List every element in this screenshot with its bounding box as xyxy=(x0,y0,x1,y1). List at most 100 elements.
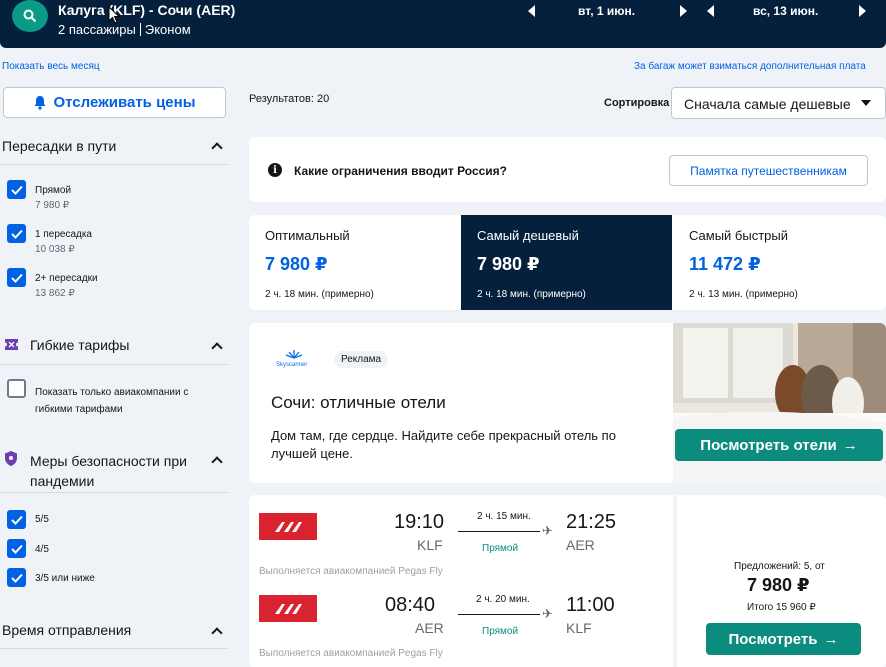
leg1-route-line xyxy=(458,531,540,532)
safety-5-checkbox[interactable] xyxy=(7,510,26,529)
passengers-cabin: 2 пассажиры Эконом xyxy=(58,22,191,37)
tab-optimal-duration: 2 ч. 18 мин. (примерно) xyxy=(265,289,374,300)
leg1-operated-by: Выполняется авиакомпанией Pegas Fly xyxy=(259,566,443,577)
safety-3-checkbox[interactable] xyxy=(7,568,26,587)
view-hotels-button[interactable]: Посмотреть отели → xyxy=(675,429,883,461)
track-prices-label: Отслеживать цены xyxy=(53,94,196,111)
flight-price: 7 980 ₽ xyxy=(747,575,810,595)
plane-icon: ✈ xyxy=(542,606,553,621)
tab-cheapest-label: Самый дешевый xyxy=(477,228,579,243)
ticket-icon xyxy=(5,339,18,350)
view-flight-label: Посмотреть xyxy=(728,630,818,648)
divider xyxy=(0,492,228,493)
passengers-count: 2 пассажиры xyxy=(58,22,136,37)
tab-cheapest-duration: 2 ч. 18 мин. (примерно) xyxy=(477,289,586,300)
leg1-departure-code: KLF xyxy=(417,537,443,553)
prev-date-out-icon[interactable] xyxy=(528,5,535,17)
traveller-memo-button[interactable]: Памятка путешественникам xyxy=(669,155,868,186)
leg2-route-line xyxy=(458,614,540,615)
airline-logo-icon xyxy=(259,513,317,540)
stops-direct-price: 7 980 ₽ xyxy=(35,200,70,211)
ad-description: Дом там, где сердце. Найдите себе прекра… xyxy=(271,428,616,461)
stops-collapse-icon[interactable] xyxy=(211,142,223,154)
stops-one-label: 1 пересадка xyxy=(35,229,92,240)
leg2-arrival-code: KLF xyxy=(566,620,592,636)
leg1-arrival-code: AER xyxy=(566,537,595,553)
search-icon[interactable] xyxy=(12,0,48,32)
prev-date-back-icon[interactable] xyxy=(707,5,714,17)
safety-title-1: Меры безопасности при пандемии xyxy=(30,451,215,491)
airline-logo-icon xyxy=(259,595,317,622)
whole-month-link[interactable]: Показать весь месяц xyxy=(2,61,100,72)
plane-icon: ✈ xyxy=(542,523,553,538)
track-prices-button[interactable]: Отслеживать цены xyxy=(3,87,226,118)
leg2-arrival-time: 11:00 xyxy=(566,594,615,616)
skyscanner-logo-icon xyxy=(285,350,303,359)
leg2-operated-by: Выполняется авиакомпанией Pegas Fly xyxy=(259,648,443,659)
dropdown-arrow-icon xyxy=(861,100,871,106)
tab-optimal-label: Оптимальный xyxy=(265,228,350,243)
leg2-departure-time: 08:40 xyxy=(385,594,436,616)
sort-label: Сортировка xyxy=(604,97,670,109)
tab-cheapest-price: 7 980 ₽ xyxy=(477,254,540,274)
leg1-arrival-time: 21:25 xyxy=(566,511,617,533)
safety-title: Меры безопасности при пандемии xyxy=(30,453,187,489)
tab-optimal[interactable]: Оптимальный 7 980 ₽ 2 ч. 18 мин. (пример… xyxy=(249,215,461,310)
stops-direct-label: Прямой xyxy=(35,185,72,196)
check-icon xyxy=(10,573,23,583)
stops-two-plus-checkbox[interactable] xyxy=(7,268,26,287)
shield-icon xyxy=(5,451,17,466)
date-back[interactable]: вс, 13 июн. xyxy=(753,4,818,18)
leg1-duration: 2 ч. 15 мин. xyxy=(477,511,531,522)
departure-time-title: Время отправления xyxy=(2,622,132,638)
safety-3-label: 3/5 или ниже xyxy=(35,573,95,584)
tab-fastest-duration: 2 ч. 13 мин. (примерно) xyxy=(689,289,798,300)
check-icon xyxy=(10,185,23,195)
tab-fastest[interactable]: Самый быстрый 11 472 ₽ 2 ч. 13 мин. (при… xyxy=(673,215,886,310)
date-out[interactable]: вт, 1 июн. xyxy=(578,4,635,18)
stops-two-plus-label: 2+ пересадки xyxy=(35,273,98,284)
divider xyxy=(0,364,228,365)
check-icon xyxy=(10,229,23,239)
info-icon: i xyxy=(268,163,282,177)
tab-fastest-price: 11 472 ₽ xyxy=(689,254,761,274)
tab-fastest-label: Самый быстрый xyxy=(689,228,788,243)
safety-4-checkbox[interactable] xyxy=(7,539,26,558)
check-icon xyxy=(10,544,23,554)
check-icon xyxy=(10,273,23,283)
leg1-departure-time: 19:10 xyxy=(394,511,445,533)
skyscanner-brand: Skyscanner xyxy=(276,362,308,368)
bell-icon xyxy=(34,96,46,110)
leg2-departure-code: AER xyxy=(415,620,444,636)
view-flight-button[interactable]: Посмотреть → xyxy=(706,623,861,655)
leg2-duration: 2 ч. 20 мин. xyxy=(476,594,530,605)
flight-total-price: Итого 15 960 ₽ xyxy=(747,602,816,613)
flex-fares-title: Гибкие тарифы xyxy=(30,337,130,353)
divider xyxy=(0,164,228,165)
baggage-notice-link[interactable]: За багаж может взиматься дополнительная … xyxy=(634,61,866,72)
flex-fares-checkbox[interactable] xyxy=(7,379,26,398)
tab-optimal-price: 7 980 ₽ xyxy=(265,254,328,274)
arrow-right-icon: → xyxy=(842,436,858,454)
tab-cheapest[interactable]: Самый дешевый 7 980 ₽ 2 ч. 18 мин. (прим… xyxy=(461,215,672,310)
stops-title: Пересадки в пути xyxy=(2,138,117,154)
departure-collapse-icon[interactable] xyxy=(211,627,223,639)
leg2-stops: Прямой xyxy=(482,626,519,637)
next-date-out-icon[interactable] xyxy=(680,5,687,17)
stops-direct-checkbox[interactable] xyxy=(7,180,26,199)
sort-value: Сначала самые дешевые xyxy=(684,96,851,112)
safety-4-label: 4/5 xyxy=(35,544,49,555)
flex-fares-label: Показать только авиакомпании с гибкими т… xyxy=(35,387,189,415)
sort-select[interactable]: Сначала самые дешевые xyxy=(671,87,886,119)
divider xyxy=(0,648,228,649)
leg1-stops: Прямой xyxy=(482,543,519,554)
next-date-back-icon[interactable] xyxy=(859,5,866,17)
stops-two-plus-price: 13 862 ₽ xyxy=(35,288,75,299)
restrictions-text: Какие ограничения вводит Россия? xyxy=(294,164,507,178)
arrow-right-icon: → xyxy=(823,630,839,648)
route-title: Калуга (KLF) - Сочи (AER) xyxy=(58,2,236,18)
flex-collapse-icon[interactable] xyxy=(211,342,223,354)
stops-one-checkbox[interactable] xyxy=(7,224,26,243)
ad-title: Сочи: отличные отели xyxy=(271,393,446,412)
search-header[interactable]: Калуга (KLF) - Сочи (AER) 2 пассажиры Эко… xyxy=(0,0,886,48)
